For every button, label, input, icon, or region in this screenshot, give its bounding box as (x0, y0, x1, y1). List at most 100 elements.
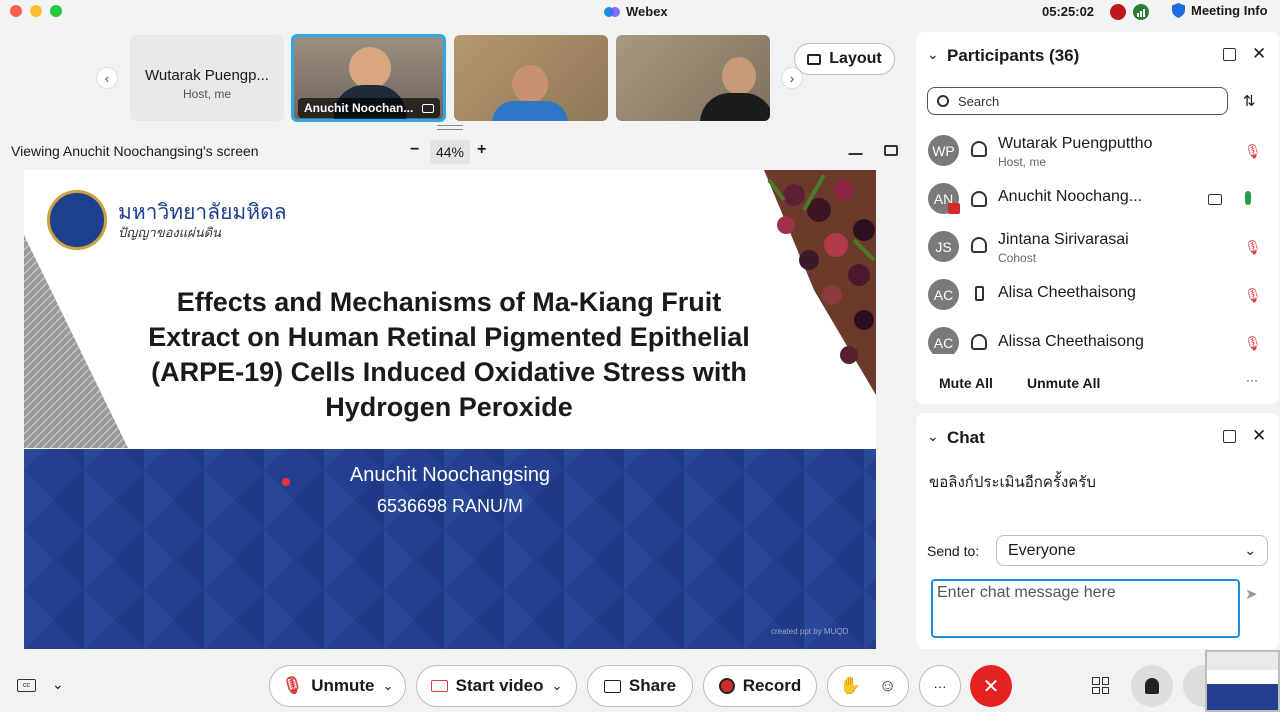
title-line: Effects and Mechanisms of Ma-Kiang Fruit (176, 287, 722, 317)
app-name: Webex (626, 4, 668, 19)
avatar: WP (928, 135, 959, 166)
participant-tile-presenter[interactable]: Anuchit Noochan... (291, 34, 446, 122)
chevron-left-icon: ‹ (104, 70, 110, 86)
leave-meeting-button[interactable]: ✕ (970, 665, 1012, 707)
layout-button[interactable]: Layout (794, 43, 895, 75)
search-input[interactable]: Search (958, 94, 999, 109)
presenter-name: Anuchit Noochangsing (349, 464, 551, 486)
minimize-window-button[interactable] (30, 5, 42, 17)
title-line: Extract on Human Retinal Pigmented Epith… (148, 322, 750, 352)
captions-icon[interactable]: cc (17, 679, 36, 692)
close-icon[interactable]: ✕ (1252, 426, 1266, 446)
unmute-all-button[interactable]: Unmute All (1027, 375, 1100, 391)
previous-tiles-button[interactable]: ‹ (96, 67, 118, 89)
mic-muted-icon: 🎙 (281, 676, 304, 695)
emoji-reaction-icon[interactable]: ☺ (879, 676, 896, 696)
participant-role: Cohost (998, 251, 1037, 265)
chat-input[interactable]: Enter chat message here (931, 579, 1240, 638)
avatar: AC (928, 279, 959, 310)
zoom-out-button[interactable]: − (410, 141, 419, 159)
mic-muted-icon[interactable]: 🎙 (1244, 287, 1262, 304)
participants-toggle-button[interactable] (1131, 665, 1173, 707)
apps-icon[interactable] (1092, 677, 1109, 694)
participant-tile-video-4[interactable] (616, 35, 770, 121)
more-controls-button[interactable]: ··· (919, 665, 961, 707)
popout-icon[interactable] (1223, 430, 1236, 443)
chat-title: Chat (947, 428, 985, 447)
participant-tile-self[interactable]: Wutarak Puengp... Host, me (130, 35, 284, 121)
popout-icon[interactable] (1223, 48, 1236, 61)
mic-active-icon[interactable] (1245, 191, 1251, 205)
sort-icon[interactable]: ⇅ (1243, 92, 1256, 110)
send-to-value: Everyone (1008, 541, 1076, 559)
more-options-button[interactable]: ··· (1246, 373, 1258, 387)
shield-icon (1172, 3, 1185, 18)
participant-name: Alisa Cheethaisong (998, 284, 1136, 301)
meeting-timer: 05:25:02 (1042, 4, 1095, 19)
chevron-right-icon: › (789, 70, 795, 86)
tile-sub: Host, me (182, 87, 231, 101)
participant-search[interactable]: Search (927, 87, 1228, 115)
video-off-icon (430, 680, 448, 692)
participant-row[interactable]: JS Jintana Sirivarasai Cohost 🎙 (928, 231, 1268, 277)
university-seal (47, 190, 107, 250)
zoom-window-button[interactable] (50, 5, 62, 17)
self-view-thumbnail[interactable] (1205, 650, 1280, 712)
participant-row[interactable]: AC Alissa Cheethaisong 🎙 (928, 327, 1268, 354)
university-motto: ปัญญาของแผ่นดิน (118, 225, 221, 240)
tile-name: Anuchit Noochan... (304, 101, 414, 115)
mic-muted-icon[interactable]: 🎙 (1244, 335, 1262, 352)
participant-name: Jintana Sirivarasai (998, 231, 1129, 248)
mute-all-button[interactable]: Mute All (939, 375, 993, 391)
shared-screen: มหาวิทยาลัยมหิดล ปัญญาของแผ่นดิน Effects… (24, 170, 876, 649)
video-shirt (492, 101, 568, 121)
collapse-chat-icon[interactable]: ⌄ (927, 428, 939, 445)
headset-icon (971, 334, 987, 350)
share-label: Share (628, 676, 677, 695)
zoom-in-button[interactable]: + (477, 141, 486, 159)
student-id: 6536698 RANU/M (376, 496, 524, 516)
participant-row[interactable]: AC Alisa Cheethaisong 🎙 (928, 279, 1268, 325)
meeting-info-button[interactable]: Meeting Info (1172, 3, 1268, 18)
record-button[interactable]: Record (703, 665, 817, 707)
share-button[interactable]: Share (587, 665, 693, 707)
zoom-level[interactable]: 44% (430, 140, 470, 164)
mic-muted-icon[interactable]: 🎙 (1244, 143, 1262, 160)
participants-title: Participants (36) (947, 46, 1080, 65)
raise-hand-icon[interactable]: ✋ (840, 676, 861, 696)
chevron-down-icon[interactable]: ⌄ (551, 678, 562, 694)
record-icon (718, 678, 735, 694)
video-person (349, 47, 391, 89)
send-icon[interactable]: ➤ (1245, 585, 1258, 603)
annotate-icon[interactable] (848, 145, 866, 155)
close-window-button[interactable] (10, 5, 22, 17)
collapse-participants-icon[interactable]: ⌄ (927, 46, 939, 63)
headset-icon (971, 191, 987, 207)
app-title: Webex (604, 4, 668, 19)
chevron-down-icon[interactable]: ⌄ (382, 678, 393, 694)
slide-title: Effects and Mechanisms of Ma-Kiang Fruit… (129, 285, 769, 425)
title-line: (ARPE-19) Cells Induced Oxidative Stress… (151, 357, 747, 387)
signal-strength-icon[interactable] (1133, 4, 1149, 20)
participant-row[interactable]: AN Anuchit Noochang... (928, 183, 1268, 229)
mic-muted-icon[interactable]: 🎙 (1244, 239, 1262, 256)
participant-role: Host, me (998, 155, 1047, 169)
video-shirt (700, 93, 770, 121)
video-person (512, 65, 548, 103)
close-icon[interactable]: ✕ (1252, 44, 1266, 64)
participants-icon (1145, 678, 1159, 694)
unmute-button[interactable]: 🎙 Unmute ⌄ (269, 665, 406, 707)
resize-handle[interactable] (437, 125, 463, 130)
webex-logo-icon (604, 6, 620, 17)
search-icon (937, 95, 949, 107)
chevron-down-icon[interactable]: ⌄ (52, 676, 64, 693)
send-to-select[interactable]: Everyone ⌄ (996, 535, 1268, 566)
video-camera-icon[interactable] (1208, 194, 1222, 205)
start-video-button[interactable]: Start video ⌄ (416, 665, 577, 707)
send-to-label: Send to: (927, 543, 980, 559)
participant-tile-video-3[interactable] (454, 35, 608, 121)
start-video-label: Start video (455, 676, 544, 695)
popout-share-icon[interactable] (884, 145, 898, 156)
record-status-icon (1110, 4, 1126, 20)
participant-row[interactable]: WP Wutarak Puengputtho Host, me 🎙 (928, 135, 1268, 181)
